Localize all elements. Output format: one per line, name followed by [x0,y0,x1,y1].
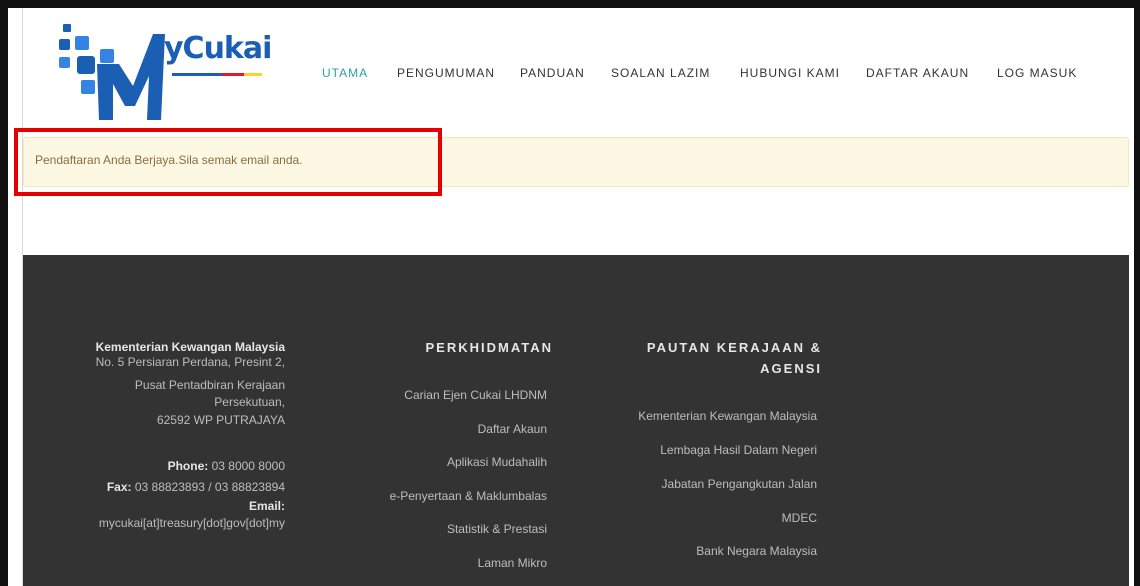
service-link[interactable]: Carian Ejen Cukai LHDNM [404,388,547,402]
nav-log-masuk[interactable]: LOG MASUK [997,66,1077,80]
nav-daftar-akaun[interactable]: DAFTAR AKAUN [866,66,969,80]
gov-link[interactable]: Lembaga Hasil Dalam Negeri [660,443,817,457]
screenshot-frame-top [0,0,1140,8]
service-link[interactable]: e-Penyertaan & Maklumbalas [390,489,547,503]
footer-fax: Fax: 03 88823893 / 03 88823894 [107,480,285,494]
annotation-highlight-box [14,128,442,196]
nav-hubungi-kami[interactable]: HUBUNGI KAMI [740,66,840,80]
gov-link[interactable]: Kementerian Kewangan Malaysia [638,409,817,423]
nav-soalan-lazim[interactable]: SOALAN LAZIM [611,66,710,80]
screenshot-frame-right [1134,0,1140,586]
email-value[interactable]: mycukai[at]treasury[dot]gov[dot]my [99,516,285,530]
service-link[interactable]: Daftar Akaun [478,422,547,436]
service-link[interactable]: Aplikasi Mudahalih [447,455,547,469]
phone-label: Phone: [167,459,209,473]
services-heading: PERKHIDMATAN [425,340,553,355]
footer-address-line: Persekutuan, [214,395,285,409]
email-label: Email: [248,499,285,513]
service-link[interactable]: Statistik & Prestasi [447,522,547,536]
screenshot-frame-left [0,0,8,586]
nav-panduan[interactable]: PANDUAN [520,66,585,80]
gov-links-heading-1: PAUTAN KERAJAAN & [646,340,822,355]
logo-text: yCukai [164,31,272,66]
nav-pengumuman[interactable]: PENGUMUMAN [397,66,495,80]
fax-label: Fax: [106,480,132,494]
phone-value: 03 8000 8000 [211,459,285,473]
gov-link[interactable]: MDEC [782,511,817,525]
footer-phone: Phone: 03 8000 8000 [168,459,285,473]
footer-address-line: Pusat Pentadbiran Kerajaan [134,378,285,392]
gov-link[interactable]: Bank Negara Malaysia [696,544,817,558]
gov-link[interactable]: Jabatan Pengangkutan Jalan [662,477,817,491]
footer-address-line: No. 5 Persiaran Perdana, Presint 2, [95,355,285,369]
service-link[interactable]: Laman Mikro [478,556,547,570]
footer-org-name: Kementerian Kewangan Malaysia [95,340,285,354]
fax-value: 03 88823893 / 03 88823894 [134,480,285,494]
logo-underline [172,73,262,76]
gov-links-heading-2: AGENSI [760,361,822,376]
nav-utama[interactable]: UTAMA [322,66,368,80]
footer-address-line: 62592 WP PUTRAJAYA [156,413,285,427]
